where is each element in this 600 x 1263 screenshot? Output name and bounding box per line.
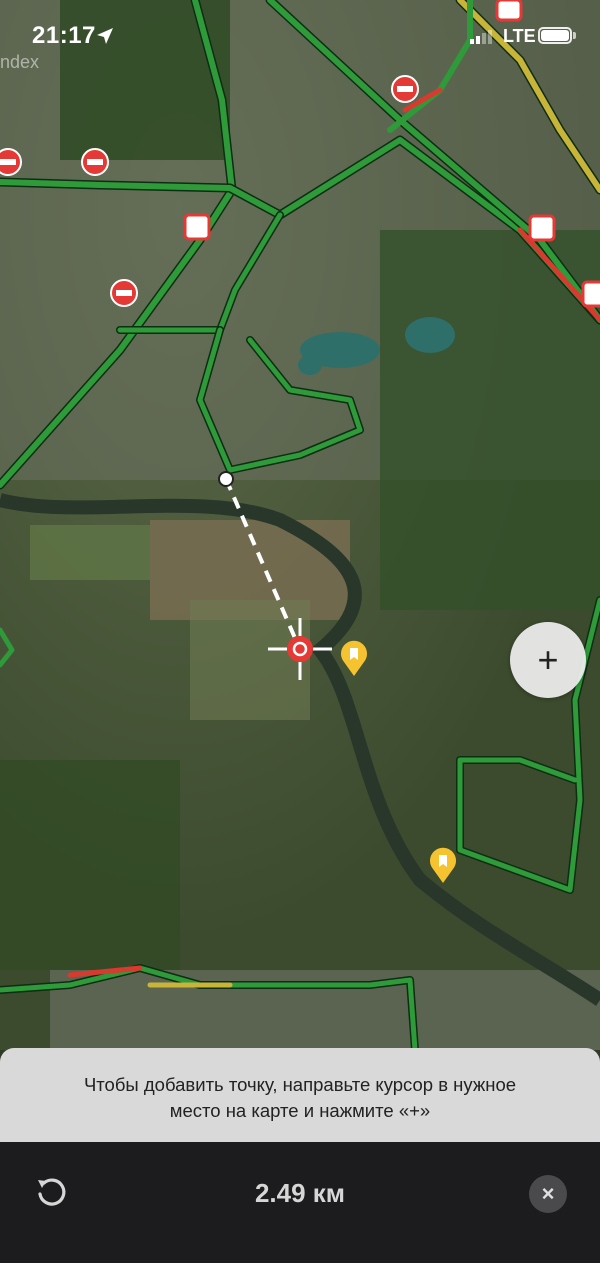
hint-panel: Чтобы добавить точку, направьте курсор в… bbox=[0, 1048, 600, 1142]
map-view[interactable]: ndex bbox=[0, 0, 600, 1050]
status-time: 21:17 bbox=[32, 22, 96, 49]
hint-line-2: место на карте и нажмите «+» bbox=[169, 1100, 431, 1121]
hint-line-1: Чтобы добавить точку, направьте курсор в… bbox=[83, 1074, 517, 1095]
close-button[interactable]: × bbox=[529, 1175, 567, 1213]
signal-strength-icon bbox=[470, 30, 492, 44]
battery-icon bbox=[538, 27, 572, 44]
network-type: LTE bbox=[503, 26, 536, 46]
satellite-map bbox=[0, 0, 600, 1050]
status-bar: 21:17 LTE bbox=[0, 0, 600, 70]
bottom-bar: 2.49 км × bbox=[0, 1142, 600, 1263]
battery-tip bbox=[573, 32, 576, 39]
add-point-button[interactable]: + bbox=[510, 622, 586, 698]
place-marker-icon[interactable] bbox=[427, 845, 459, 885]
distance-value: 2.49 км bbox=[254, 1178, 346, 1208]
crosshair-cursor-icon bbox=[268, 618, 332, 680]
place-marker-icon[interactable] bbox=[338, 638, 370, 678]
location-arrow-icon bbox=[97, 28, 113, 44]
